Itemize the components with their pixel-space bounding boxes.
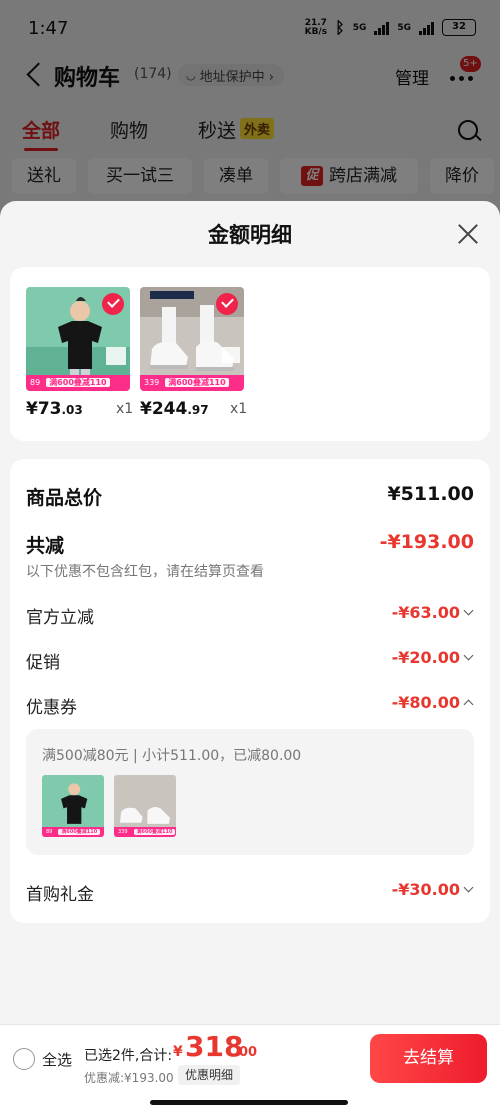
selected-count-text: 已选2件,合计: xyxy=(84,1048,173,1064)
official-discount-row[interactable]: 官方立减 -¥63.00 xyxy=(26,603,474,628)
close-icon[interactable] xyxy=(455,221,481,247)
amount-detail-sheet: 金额明细 89 满600叠减110 ¥73.03 x1 339 满600叠减11… xyxy=(0,201,500,1111)
select-all-radio[interactable] xyxy=(13,1048,35,1070)
total-reduction-value: -¥193.00 xyxy=(379,531,474,553)
product-price: ¥73.03 xyxy=(26,399,83,419)
first-purchase-gift-row[interactable]: 首购礼金 -¥30.00 xyxy=(26,880,474,905)
total-price-row: 商品总价 ¥511.00 xyxy=(26,483,474,509)
promotion-row[interactable]: 促销 -¥20.00 xyxy=(26,648,474,673)
coupon-detail-text: 满500减80元 | 小计511.00，已减80.00 xyxy=(42,748,302,764)
selected-products-card: 89 满600叠减110 ¥73.03 x1 339 满600叠减110 ¥244.… xyxy=(10,267,490,441)
coupon-detail-box: 满500减80元 | 小计511.00，已减80.00 89 满600叠减110 … xyxy=(26,729,474,855)
product-thumbnail-tshirt[interactable]: 89 满600叠减110 xyxy=(26,287,130,391)
total-price-value: ¥511.00 xyxy=(387,483,474,505)
checkout-button[interactable]: 去结算 xyxy=(370,1034,487,1083)
coupon-product-thumbnail: 89 满600叠减110 xyxy=(42,775,104,837)
product-thumbnail-sneakers[interactable]: 339 满600叠减110 xyxy=(140,287,244,391)
discount-amount-text: 优惠减:¥193.00 xyxy=(84,1071,174,1085)
promo-strip: 89 满600叠减110 xyxy=(26,375,130,391)
chevron-down-icon xyxy=(463,650,474,661)
select-all-label[interactable]: 全选 xyxy=(42,1049,72,1070)
product-quantity: x1 xyxy=(230,401,248,417)
total-reduction-row: 共减 -¥193.00 xyxy=(26,531,474,557)
promo-strip: 89 满600叠减110 xyxy=(42,827,104,837)
total-price-label: 商品总价 xyxy=(26,487,103,509)
promo-strip: 339 满600叠减110 xyxy=(140,375,244,391)
total-currency: ¥ xyxy=(173,1044,183,1060)
total-reduction-label: 共减 xyxy=(26,535,65,557)
sheet-title: 金额明细 xyxy=(208,223,292,247)
promo-strip: 339 满600叠减110 xyxy=(114,827,176,837)
discount-note: 以下优惠不包含红包，请在结算页查看 xyxy=(26,564,264,580)
home-indicator[interactable] xyxy=(150,1100,348,1105)
checkout-bar: 全选 已选2件,合计: ¥ 318 .00 优惠减:¥193.00 优惠明细 去… xyxy=(0,1024,500,1111)
product-price: ¥244.97 xyxy=(140,399,209,419)
chevron-up-icon xyxy=(463,699,474,710)
price-summary-card: 商品总价 ¥511.00 共减 -¥193.00 以下优惠不包含红包，请在结算页… xyxy=(10,459,490,923)
coupon-product-thumbnail: 339 满600叠减110 xyxy=(114,775,176,837)
discount-detail-button[interactable]: 优惠明细 xyxy=(178,1065,241,1085)
coupon-row[interactable]: 优惠券 -¥80.00 xyxy=(26,693,474,718)
selected-check-icon xyxy=(102,293,124,315)
selected-check-icon xyxy=(216,293,238,315)
chevron-down-icon xyxy=(463,605,474,616)
chevron-down-icon xyxy=(463,882,474,893)
product-quantity: x1 xyxy=(116,401,134,417)
total-amount-decimal: .00 xyxy=(234,1045,258,1060)
